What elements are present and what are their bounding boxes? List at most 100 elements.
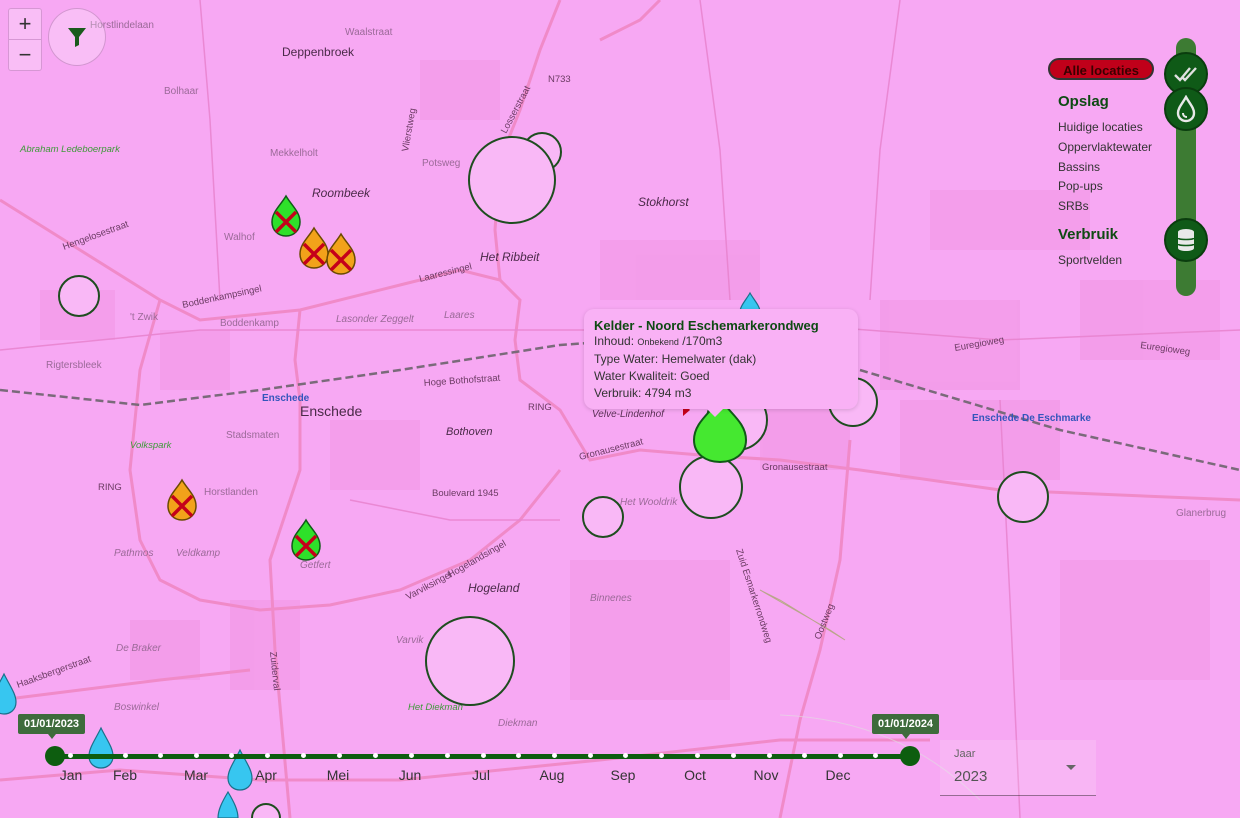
- timeline-tick: [731, 753, 736, 758]
- timeline-tick: [373, 753, 378, 758]
- popup-content-unknown: Onbekend: [637, 337, 679, 347]
- map-canvas[interactable]: Horstlindelaan Waalstraat Deppenbroek Bo…: [0, 0, 1240, 818]
- double-check-icon: [1174, 67, 1197, 82]
- filter-button[interactable]: [48, 8, 106, 66]
- map-label-park: Abraham Ledeboerpark: [19, 144, 121, 155]
- timeline-month-label[interactable]: Mei: [327, 767, 350, 783]
- map-label-park: Volkspark: [130, 440, 173, 451]
- year-select-value: 2023: [954, 768, 988, 785]
- map-label-road: Gronausestraat: [762, 462, 828, 473]
- timeline-month-label[interactable]: Feb: [113, 767, 137, 783]
- legend-item-sportfields[interactable]: Sportvelden: [1058, 253, 1122, 267]
- timeline-tick: [623, 753, 628, 758]
- location-circle[interactable]: [679, 455, 743, 519]
- timeline-month-label[interactable]: Oct: [684, 767, 706, 783]
- timeline-tick: [516, 753, 521, 758]
- popup-title: Kelder - Noord Eschemarkerondweg: [594, 318, 819, 333]
- zoom-control: + −: [8, 8, 42, 71]
- year-select-label: Jaar: [954, 748, 976, 760]
- map-label-neighbourhood: Veldkamp: [176, 548, 221, 559]
- usage-heading: Verbruik: [1058, 226, 1119, 243]
- map-label-neighbourhood: Laares: [444, 310, 475, 321]
- location-circle[interactable]: [997, 471, 1049, 523]
- timeline-tick: [301, 753, 306, 758]
- timeline-tick: [481, 753, 486, 758]
- timeline-tick: [229, 753, 234, 758]
- usage-toggle[interactable]: [1164, 218, 1208, 262]
- timeline-tick: [695, 753, 700, 758]
- map-label-road: RING: [98, 482, 122, 493]
- timeline-month-label[interactable]: Aug: [540, 767, 565, 783]
- timeline-tick: [123, 753, 128, 758]
- popup-content-row: Inhoud: Onbekend /170m3: [594, 333, 848, 351]
- map-label-station: Enschede De Eschmarke: [972, 413, 1091, 424]
- popup-content-value: /170m3: [682, 334, 723, 348]
- legend-item-current-locations[interactable]: Huidige locaties: [1058, 120, 1143, 134]
- map-label-city: Enschede: [300, 403, 362, 419]
- location-circle[interactable]: [582, 496, 624, 538]
- map-label-neighbourhood: De Braker: [116, 643, 162, 654]
- map-label-neighbourhood: Mekkelholt: [270, 148, 318, 159]
- timeline-tick: [767, 753, 772, 758]
- timeline-start-handle[interactable]: [45, 746, 65, 766]
- timeline-month-label[interactable]: Sep: [611, 767, 636, 783]
- timeline-end-handle[interactable]: [900, 746, 920, 766]
- year-select[interactable]: Jaar 2023: [940, 740, 1096, 796]
- timeline-month-label[interactable]: Dec: [826, 767, 851, 783]
- map-label-road: Waalstraat: [345, 27, 393, 38]
- map-label-neighbourhood: Bothoven: [446, 426, 492, 438]
- map-label-neighbourhood: Hogeland: [468, 581, 520, 595]
- zoom-out-button[interactable]: −: [9, 39, 41, 70]
- legend-item-surface-water[interactable]: Oppervlaktewater: [1058, 140, 1152, 154]
- timeline-month-label[interactable]: Jun: [399, 767, 422, 783]
- legend-item-pop-ups[interactable]: Pop-ups: [1058, 179, 1103, 193]
- timeline-month-label[interactable]: Nov: [754, 767, 779, 783]
- map-label-neighbourhood: Deppenbroek: [282, 45, 355, 59]
- map-label-neighbourhood: Het Wooldrik: [620, 497, 678, 508]
- map-label-neighbourhood: 't Zwik: [130, 312, 159, 323]
- map-label-neighbourhood: Boddenkamp: [220, 318, 279, 329]
- timeline-tick: [552, 753, 557, 758]
- timeline-tick: [158, 753, 163, 758]
- map-label-road: N733: [548, 74, 571, 85]
- map-label-neighbourhood: Stadsmaten: [226, 430, 279, 441]
- map-label-road: RING: [528, 402, 552, 413]
- filter-icon: [68, 28, 86, 47]
- timeline-tick: [802, 753, 807, 758]
- chevron-down-icon: [1066, 765, 1076, 770]
- water-drop-icon: [1176, 95, 1196, 123]
- map-label-neighbourhood: Pathmos: [114, 548, 153, 559]
- map-label-road: Velve-Lindenhof: [592, 409, 665, 420]
- storage-toggle[interactable]: [1164, 87, 1208, 131]
- timeline-tick: [445, 753, 450, 758]
- timeline-tick: [838, 753, 843, 758]
- location-circle[interactable]: [468, 136, 556, 224]
- barrel-icon: [1177, 229, 1195, 251]
- all-locations-button[interactable]: Alle locaties: [1048, 58, 1154, 80]
- map-label-neighbourhood: Getfert: [300, 560, 332, 571]
- map-label-neighbourhood: Rigtersbleek: [46, 360, 103, 371]
- storage-heading: Opslag: [1058, 93, 1109, 110]
- timeline-start-label: 01/01/2023: [18, 714, 86, 739]
- timeline-month-label[interactable]: Jan: [60, 767, 83, 783]
- zoom-in-button[interactable]: +: [9, 9, 41, 39]
- timeline-tick: [194, 753, 199, 758]
- timeline-tick: [68, 753, 73, 758]
- popup-content-label: Inhoud:: [594, 334, 635, 348]
- timeline-month-label[interactable]: Mar: [184, 767, 208, 783]
- location-circle[interactable]: [58, 275, 100, 317]
- legend-item-basins[interactable]: Bassins: [1058, 160, 1100, 174]
- map-label-road: Boulevard 1945: [432, 488, 499, 499]
- map-label-neighbourhood: Glanerbrug: [1176, 508, 1226, 519]
- timeline-tick: [409, 753, 414, 758]
- timeline-month-label[interactable]: Apr: [255, 767, 277, 783]
- legend-item-srbs[interactable]: SRBs: [1058, 199, 1089, 213]
- timeline-tick: [337, 753, 342, 758]
- map-label-neighbourhood: Walhof: [224, 232, 255, 243]
- map-label-neighbourhood: Bolhaar: [164, 86, 199, 97]
- map-label-neighbourhood: Varvik: [396, 635, 424, 646]
- map-label-neighbourhood: Het Ribbeit: [480, 250, 540, 264]
- location-circle[interactable]: [425, 616, 515, 706]
- timeline-month-label[interactable]: Jul: [472, 767, 490, 783]
- popup-water-quality: Water Kwaliteit: Goed: [594, 369, 710, 383]
